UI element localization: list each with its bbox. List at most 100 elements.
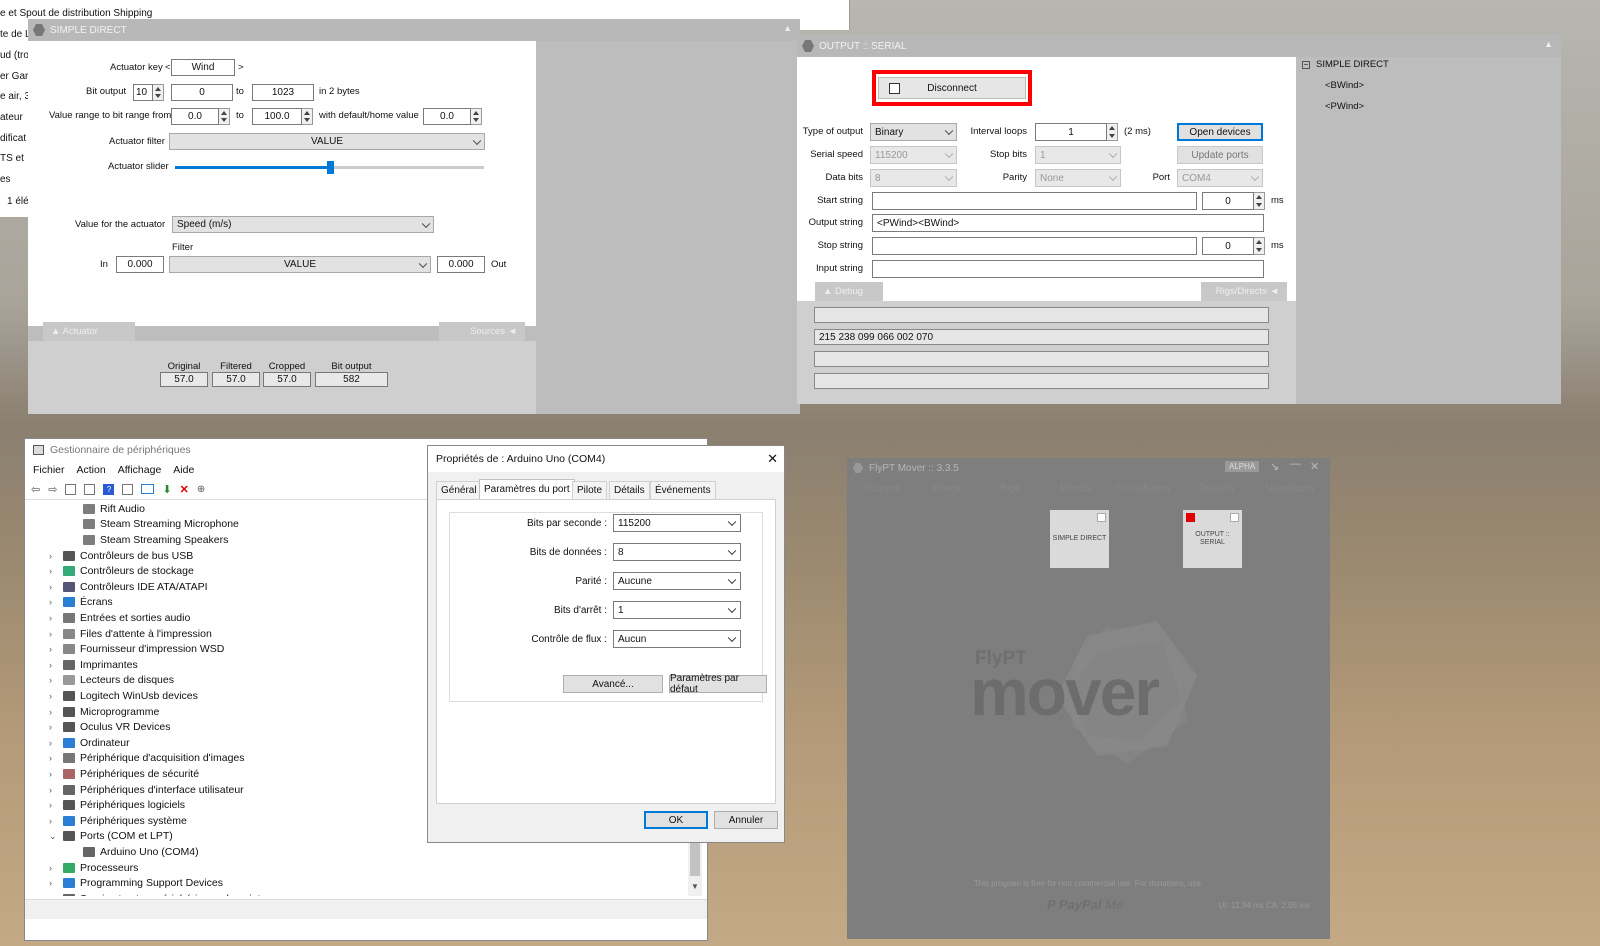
device-category[interactable]: › Processeurs [49,860,138,876]
disconnect-checkbox[interactable] [889,83,900,94]
expand-arrow-icon[interactable]: › [49,675,59,685]
expand-arrow-icon[interactable]: › [49,691,59,701]
expand-arrow-icon[interactable]: › [49,863,59,873]
expand-arrow-icon[interactable]: › [49,785,59,795]
minimize-icon[interactable]: — [1290,458,1301,470]
bit-output-stepper[interactable] [153,84,164,101]
disconnect-button[interactable]: Disconnect [878,77,1026,99]
actuator-filter-select[interactable]: VALUE [169,133,485,150]
field-select[interactable]: 8 [613,543,741,561]
range-from-field[interactable]: 0.0 [171,108,219,125]
data-bits-select[interactable]: 8 [870,169,957,187]
explorer-item[interactable]: er Gar [0,71,28,82]
device-category[interactable]: › Contrôleurs de stockage [49,563,194,579]
tree-root[interactable]: SIMPLE DIRECT [1316,59,1389,70]
tab-poses[interactable]: Poses [933,483,961,494]
tab-general[interactable]: Général [436,481,482,499]
device-category[interactable]: › Programming Support Devices [49,875,223,891]
properties-icon[interactable] [65,483,77,495]
expand-arrow-icon[interactable]: › [49,613,59,623]
start-string-field[interactable] [872,192,1197,210]
actuator-key-next[interactable]: > [238,62,244,73]
tree-item[interactable]: <PWind> [1325,101,1364,112]
sources-tab[interactable]: Sources ◄ [439,322,525,341]
home-value-field[interactable]: 0.0 [423,108,471,125]
open-devices-button[interactable]: Open devices [1177,123,1263,141]
explorer-item[interactable]: TS et [0,153,24,164]
menu-item[interactable]: Aide [173,464,194,476]
ok-button[interactable]: OK [644,811,708,829]
device-category[interactable]: › Périphériques d'interface utilisateur [49,782,244,798]
update-ports-button[interactable]: Update ports [1177,146,1263,164]
stop-bits-select[interactable]: 1 [1035,146,1121,164]
port-select[interactable]: COM4 [1177,169,1263,187]
expand-arrow-icon[interactable]: › [49,629,59,639]
paypal-link[interactable]: P PayPal Me [1047,897,1123,912]
back-arrow-icon[interactable]: ⇦ [31,483,40,496]
field-select[interactable]: 115200 [613,514,741,532]
expand-arrow-icon[interactable]: › [49,894,59,896]
menu-item[interactable]: Action [77,464,106,476]
explorer-item[interactable]: es [0,174,11,185]
device-category[interactable]: › Périphériques système [49,813,187,829]
device-category[interactable]: › Lecteurs de disques [49,673,174,689]
tab-rigs[interactable]: Rigs [1000,483,1020,494]
collapse-arrow-icon[interactable]: ⌄ [49,831,59,842]
device-category[interactable]: › Oculus VR Devices [49,719,170,735]
cancel-button[interactable]: Annuler [714,811,778,829]
range-from-stepper[interactable] [219,108,230,125]
close-icon[interactable]: ✕ [1310,460,1319,473]
start-ms-field[interactable]: 0 [1202,192,1254,210]
device-category[interactable]: › Écrans [49,595,113,611]
list-icon[interactable] [84,483,96,495]
device-category[interactable]: › Contrôleurs IDE ATA/ATAPI [49,579,208,595]
out-value-field[interactable]: 0.000 [437,256,485,273]
tab-details[interactable]: Détails [609,481,650,499]
stop-ms-field[interactable]: 0 [1202,237,1254,255]
field-select[interactable]: Aucune [613,572,741,590]
input-string-field[interactable] [872,260,1264,278]
expand-arrow-icon[interactable]: › [49,551,59,561]
explorer-item[interactable]: ud (tro [0,50,29,61]
collapse-icon[interactable]: ▲ [1544,39,1553,49]
tab-port-settings[interactable]: Paramètres du port [479,479,575,499]
in-value-field[interactable]: 0.000 [116,256,164,273]
explorer-item[interactable]: 1 élé [7,196,29,207]
device-category[interactable]: › Périphériques de sécurité [49,766,199,782]
explorer-item[interactable]: ateur [0,112,23,123]
expand-arrow-icon[interactable]: › [49,660,59,670]
field-select[interactable]: Aucun [613,630,741,648]
slider-thumb[interactable] [326,161,334,174]
expand-arrow-icon[interactable]: › [49,753,59,763]
interval-loops-stepper[interactable] [1107,123,1118,141]
simple-direct-tile[interactable]: SIMPLE DIRECT [1050,510,1109,568]
device-category[interactable]: › Périphériques logiciels [49,797,185,813]
actuator-slider-track[interactable] [175,161,484,174]
actuator-key-prev[interactable]: < [165,62,171,73]
device-category[interactable]: ⌄ Ports (COM et LPT) [49,829,173,845]
tab-events[interactable]: Événements [650,481,716,499]
close-icon[interactable]: ✕ [767,451,778,467]
expand-arrow-icon[interactable]: › [49,769,59,779]
device-item[interactable]: Steam Streaming Microphone [79,517,239,533]
scroll-down-icon[interactable]: ▼ [691,882,699,891]
home-value-stepper[interactable] [471,108,482,125]
expand-arrow-icon[interactable]: › [49,566,59,576]
default-settings-button[interactable]: Paramètres par défaut [669,673,767,695]
bit-from-field[interactable]: 0 [171,84,233,101]
download-icon[interactable]: ⊕ [197,484,205,495]
device-category[interactable]: › Souris et autres périphériques de point… [49,891,278,896]
explorer-item[interactable]: e et Spout de distribution Shipping [0,8,152,19]
expand-arrow-icon[interactable]: › [49,816,59,826]
explorer-item[interactable]: e air, 3 [0,91,30,102]
rigs-directs-tab[interactable]: Rigs/Directs ◄ [1201,282,1287,301]
tab-outputs[interactable]: Outputs [1199,483,1234,494]
device-category[interactable]: › Imprimantes [49,657,138,673]
forward-arrow-icon[interactable]: ⇨ [48,483,57,496]
explorer-item[interactable]: te de L [0,29,31,40]
view-icon[interactable] [122,483,134,495]
actuator-tab[interactable]: ▲ Actuator [43,322,135,341]
expand-arrow-icon[interactable]: › [49,597,59,607]
device-category[interactable]: › Fournisseur d'impression WSD [49,641,224,657]
range-to-field[interactable]: 100.0 [252,108,302,125]
